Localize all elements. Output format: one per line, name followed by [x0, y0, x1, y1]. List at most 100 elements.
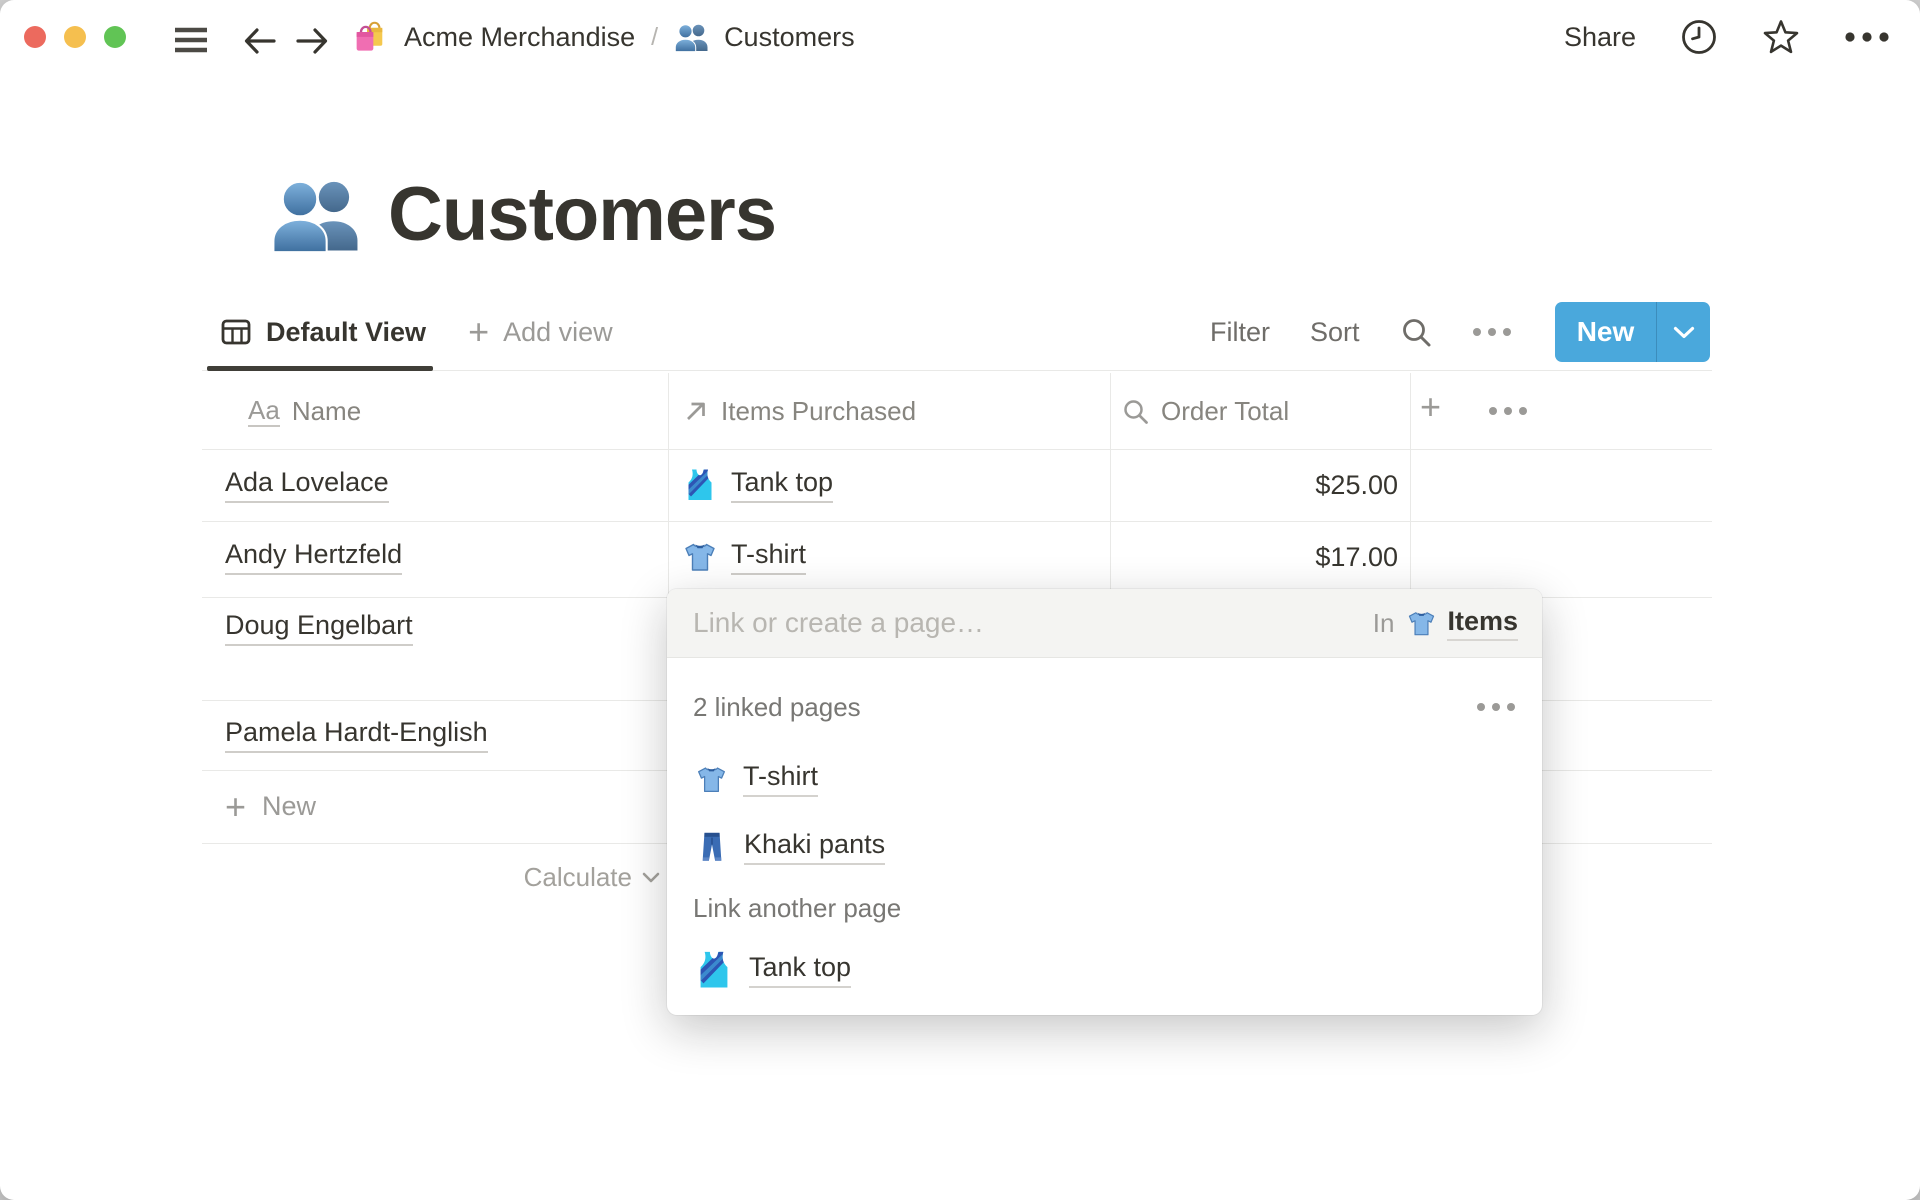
view-tabs: Default View + Add view [220, 300, 613, 364]
arrow-right-icon [292, 21, 332, 61]
shopping-bags-icon [352, 18, 390, 56]
t-shirt-icon [1406, 608, 1437, 639]
ellipsis-icon [1844, 31, 1890, 43]
order-total-value: $17.00 [1315, 541, 1398, 572]
order-total-value: $25.00 [1315, 469, 1398, 500]
sidebar-menu-button[interactable] [172, 25, 210, 55]
t-shirt-icon [695, 763, 728, 796]
hamburger-icon [172, 25, 210, 55]
suggested-page-item[interactable]: Tank top [693, 939, 852, 1001]
popup-search-bar: In Items [667, 589, 1542, 658]
forward-button[interactable] [292, 21, 332, 61]
clock-icon [1680, 18, 1718, 56]
calculate-label: Calculate [523, 861, 632, 892]
topbar: Acme Merchandise / Customers Share [0, 0, 1920, 85]
table-row: Pamela Hardt-English [225, 700, 488, 770]
breadcrumb-page[interactable]: Customers [724, 22, 855, 53]
active-tab-underline [207, 366, 433, 371]
column-label: Items Purchased [721, 395, 917, 426]
notion-window: Acme Merchandise / Customers Share Custo… [0, 0, 1920, 1200]
add-view-button[interactable]: Add view [503, 317, 613, 348]
tank-top-icon [682, 467, 718, 503]
linked-page-label: T-shirt [743, 761, 819, 797]
updates-button[interactable] [1680, 18, 1718, 56]
table-more-button[interactable] [1488, 406, 1528, 416]
traffic-light-close[interactable] [24, 26, 46, 48]
linked-pages-header: 2 linked pages [693, 690, 1516, 724]
tab-default-view[interactable]: Default View [266, 317, 426, 348]
link-search-input[interactable] [691, 606, 1373, 640]
page-title[interactable]: Customers [388, 171, 777, 258]
arrow-left-icon [240, 21, 280, 61]
column-header-items-purchased[interactable]: Items Purchased [682, 373, 916, 449]
ellipsis-icon [1476, 702, 1516, 712]
page-header: Customers [270, 160, 777, 268]
tank-top-icon [693, 949, 735, 991]
chevron-down-icon [642, 872, 660, 883]
column-header-name[interactable]: Aa Name [248, 373, 361, 449]
add-column-button[interactable]: + [1420, 389, 1441, 425]
search-icon [1400, 316, 1432, 348]
add-row-button[interactable]: + New [225, 770, 316, 843]
sort-button[interactable]: Sort [1310, 317, 1360, 348]
linked-page[interactable]: Tank top [731, 467, 834, 503]
breadcrumb: Acme Merchandise / Customers [352, 14, 855, 60]
busts-icon [674, 20, 710, 54]
table-row: Doug Engelbart [225, 597, 413, 659]
text-property-icon: Aa [248, 395, 280, 428]
link-page-popup: In Items 2 linked pages T-shirt Khaki pa… [667, 589, 1542, 1015]
new-button-label[interactable]: New [1555, 316, 1656, 348]
topbar-actions: Share [1564, 14, 1890, 60]
view-options-button[interactable] [1472, 327, 1512, 337]
calculate-button[interactable]: Calculate [225, 843, 660, 911]
linked-pages-count: 2 linked pages [693, 691, 861, 722]
rollup-property-icon [1122, 398, 1149, 425]
table-row: Andy Hertzfeld [225, 521, 403, 593]
filter-button[interactable]: Filter [1210, 317, 1270, 348]
new-dropdown-button[interactable] [1657, 326, 1710, 339]
traffic-light-minimize[interactable] [64, 26, 86, 48]
link-another-label: Link another page [693, 892, 902, 923]
name-cell[interactable]: Doug Engelbart [225, 610, 413, 646]
name-cell[interactable]: Andy Hertzfeld [225, 539, 403, 575]
star-icon [1762, 18, 1800, 56]
name-cell[interactable]: Pamela Hardt-English [225, 717, 488, 753]
share-button[interactable]: Share [1564, 22, 1636, 53]
items-cell[interactable]: Tank top [682, 449, 834, 521]
plus-icon: + [225, 785, 247, 827]
favorite-button[interactable] [1762, 18, 1800, 56]
plus-icon: + [468, 311, 490, 352]
search-button[interactable] [1400, 316, 1432, 348]
add-row-label: New [262, 791, 317, 821]
breadcrumb-separator: / [651, 22, 659, 51]
new-button[interactable]: New [1555, 302, 1710, 362]
column-header-order-total[interactable]: Order Total [1122, 373, 1289, 449]
items-cell[interactable]: T-shirt [682, 521, 807, 593]
column-label: Order Total [1161, 395, 1290, 426]
chevron-down-icon [1673, 326, 1695, 339]
linked-page-label: Khaki pants [744, 829, 886, 865]
table-view-icon [220, 316, 252, 348]
page-icon-busts[interactable] [270, 169, 364, 259]
table-row: Ada Lovelace [225, 449, 389, 521]
linked-page[interactable]: T-shirt [731, 539, 807, 575]
t-shirt-icon [682, 539, 718, 575]
ellipsis-icon [1472, 327, 1512, 337]
more-button[interactable] [1844, 31, 1890, 43]
relation-property-icon [682, 398, 709, 425]
linked-page-item[interactable]: Khaki pants [695, 818, 886, 876]
table-controls: Filter Sort [1210, 302, 1512, 362]
jeans-icon [695, 830, 729, 864]
back-button[interactable] [240, 21, 280, 61]
linked-page-item[interactable]: T-shirt [695, 751, 819, 807]
breadcrumb-workspace[interactable]: Acme Merchandise [404, 22, 635, 53]
traffic-light-zoom[interactable] [104, 26, 126, 48]
total-cell[interactable]: $17.00 [1110, 521, 1398, 593]
link-another-header: Link another page [693, 888, 901, 928]
name-cell[interactable]: Ada Lovelace [225, 467, 389, 503]
total-cell[interactable]: $25.00 [1110, 449, 1398, 521]
linked-pages-more-button[interactable] [1476, 702, 1516, 712]
scope-database-link[interactable]: Items [1447, 606, 1518, 641]
column-label: Name [291, 395, 362, 426]
suggested-page-label: Tank top [749, 952, 852, 988]
